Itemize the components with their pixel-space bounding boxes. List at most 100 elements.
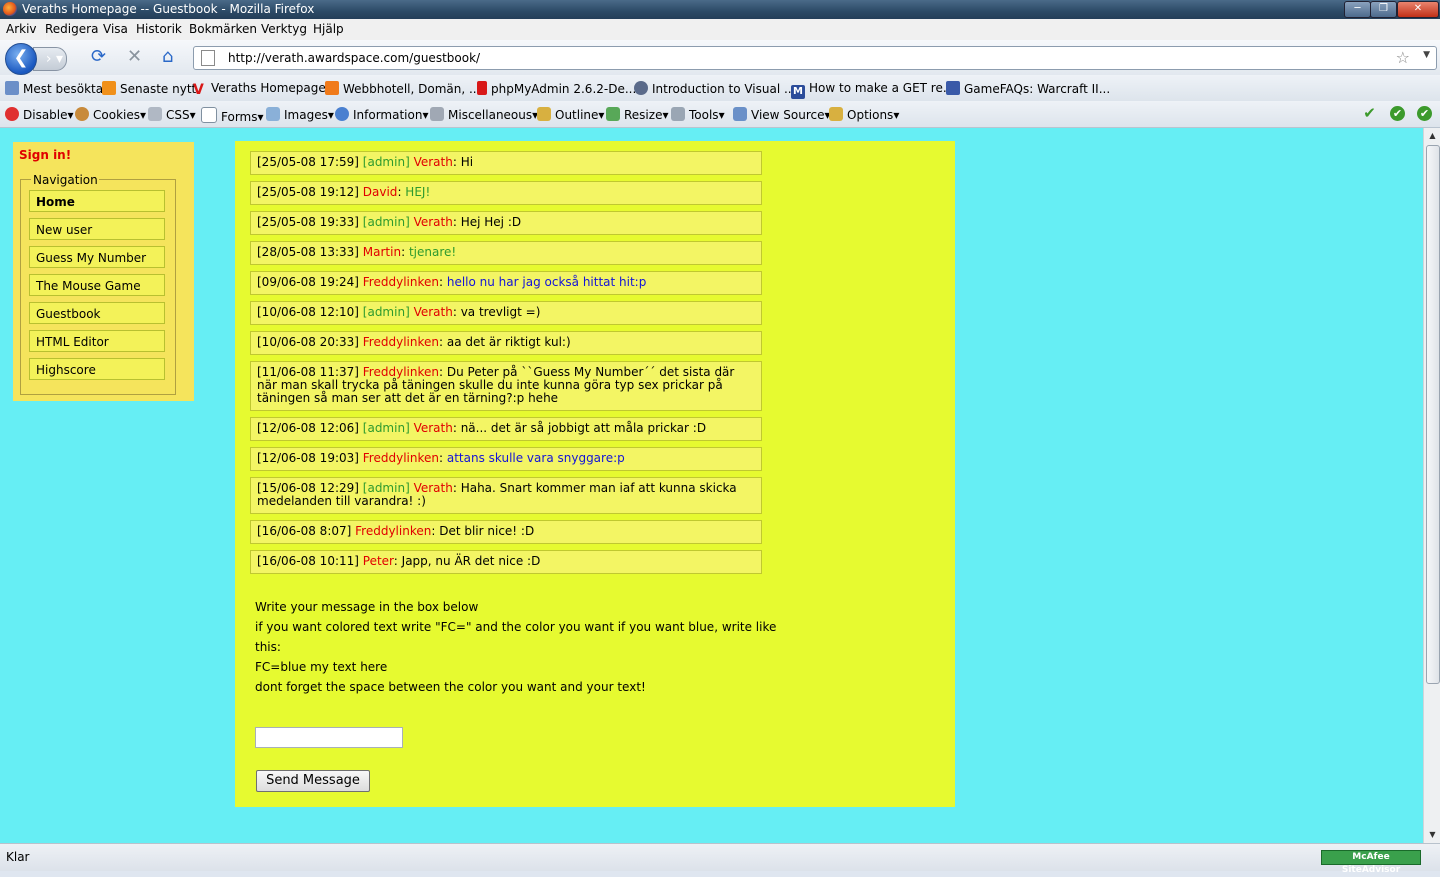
scroll-up-icon[interactable]: ▲ [1424, 128, 1440, 144]
minimize-button[interactable]: ─ [1344, 1, 1371, 18]
menu-hjalp[interactable]: Hjälp [313, 22, 344, 36]
nav-home[interactable]: Home [29, 190, 165, 212]
images-icon [266, 107, 280, 121]
bookmark-get-request[interactable]: M How to make a GET re... [791, 81, 954, 99]
guestbook-entry: [09/06-08 19:24] Freddylinken: hello nu … [250, 271, 762, 295]
menu-visa[interactable]: Visa [103, 22, 128, 36]
bookmark-folder-icon [5, 81, 19, 95]
entry-author: Freddylinken [362, 451, 439, 465]
close-window-button[interactable]: ✕ [1397, 1, 1439, 18]
address-bar[interactable]: http://verath.awardspace.com/guestbook/ … [193, 46, 1437, 70]
stop-icon[interactable]: ✕ [127, 48, 142, 66]
disable-icon [5, 107, 19, 121]
entry-timestamp: [10/06-08 20:33] [257, 335, 359, 349]
back-button[interactable]: ❮ [5, 43, 37, 75]
dev-images[interactable]: Images▾ [266, 107, 334, 122]
bookmarks-toolbar: Mest besökta Senaste nytt V Veraths Homep… [0, 75, 1440, 101]
guestbook-entry: [10/06-08 20:33] Freddylinken: aa det är… [250, 331, 762, 355]
bookmark-gamefaqs[interactable]: GameFAQs: Warcraft II... [946, 81, 1110, 96]
entry-author: Freddylinken [362, 365, 439, 379]
js-valid-check-icon[interactable]: ✔ [1417, 106, 1432, 121]
page-scrollbar[interactable]: ▲ ▼ [1423, 128, 1440, 843]
menu-verktyg[interactable]: Verktyg [261, 22, 307, 36]
guestbook-entry: [10/06-08 12:10] [admin] Verath: va trev… [250, 301, 762, 325]
rss-icon [102, 81, 116, 95]
bookmark-phpmyadmin[interactable]: phpMyAdmin 2.6.2-De... [477, 81, 636, 96]
page-icon [201, 50, 215, 66]
entry-timestamp: [25/05-08 19:12] [257, 185, 359, 199]
dev-tools[interactable]: Tools▾ [671, 107, 725, 122]
menu-redigera[interactable]: Redigera [45, 22, 98, 36]
entry-text: tjenare! [408, 245, 457, 259]
bookmark-veraths-homepage[interactable]: V Veraths Homepage [193, 81, 326, 97]
url-text: http://verath.awardspace.com/guestbook/ [228, 51, 481, 65]
entry-timestamp: [10/06-08 12:10] [257, 305, 359, 319]
guestbook-panel: [25/05-08 17:59] [admin] Verath: Hi [25/0… [235, 141, 955, 807]
sidebar: Sign in! Navigation Home New user Guess … [13, 142, 194, 401]
maximize-button[interactable]: ❐ [1370, 1, 1397, 18]
dev-css[interactable]: CSS▾ [148, 107, 196, 122]
url-dropdown-icon[interactable]: ▼ [1423, 50, 1430, 60]
entry-author: Verath [413, 421, 453, 435]
entry-timestamp: [11/06-08 11:37] [257, 365, 359, 379]
forward-button[interactable]: › ▾ [33, 47, 67, 71]
guestbook-entry: [25/05-08 19:12] David: HEJ! [250, 181, 762, 205]
css-valid-check-icon[interactable]: ✔ [1362, 106, 1377, 121]
entry-timestamp: [15/06-08 12:29] [257, 481, 359, 495]
dev-outline[interactable]: Outline▾ [537, 107, 604, 122]
dev-information[interactable]: Information▾ [335, 107, 429, 122]
entry-admin-tag: [admin] [362, 481, 410, 495]
dev-options[interactable]: Options▾ [829, 107, 899, 122]
options-icon [829, 107, 843, 121]
home-icon[interactable]: ⌂ [162, 48, 173, 66]
webbhotell-icon [325, 81, 339, 95]
entry-timestamp: [25/05-08 17:59] [257, 155, 359, 169]
mcafee-siteadvisor-badge[interactable]: McAfee SiteAdvisor [1321, 850, 1421, 875]
scroll-down-icon[interactable]: ▼ [1424, 827, 1440, 843]
instruction-example: FC=blue my text here [255, 660, 388, 674]
guestbook-entry: [25/05-08 19:33] [admin] Verath: Hej Hej… [250, 211, 762, 235]
entry-timestamp: [16/06-08 8:07] [257, 524, 352, 538]
entry-timestamp: [12/06-08 12:06] [257, 421, 359, 435]
sign-in-link[interactable]: Sign in! [19, 148, 71, 162]
nav-mouse-game[interactable]: The Mouse Game [29, 274, 165, 296]
page-content: Sign in! Navigation Home New user Guess … [0, 128, 1423, 843]
html-valid-check-icon[interactable]: ✔ [1390, 106, 1405, 121]
guestbook-entry: [16/06-08 10:11] Peter: Japp, nu ÄR det … [250, 550, 762, 574]
guestbook-entry: [12/06-08 12:06] [admin] Verath: nä... d… [250, 417, 762, 441]
entry-author: Peter [362, 554, 394, 568]
bookmark-star-icon[interactable]: ☆ [1396, 48, 1410, 67]
bookmark-webbhotell[interactable]: Webbhotell, Domän, ... [325, 81, 480, 96]
entry-text: Hej Hej :D [460, 215, 522, 229]
nav-guestbook[interactable]: Guestbook [29, 302, 165, 324]
dev-forms[interactable]: Forms▾ [201, 107, 264, 124]
status-text: Klar [6, 850, 30, 864]
css-icon [148, 107, 162, 121]
nav-html-editor[interactable]: HTML Editor [29, 330, 165, 352]
nav-guess-my-number[interactable]: Guess My Number [29, 246, 165, 268]
dev-cookies[interactable]: Cookies▾ [75, 107, 146, 122]
menu-historik[interactable]: Historik [136, 22, 182, 36]
entry-text: aa det är riktigt kul:) [446, 335, 571, 349]
navigation-legend: Navigation [32, 173, 99, 187]
scrollbar-thumb[interactable] [1426, 145, 1440, 684]
dev-disable[interactable]: Disable▾ [5, 107, 74, 122]
outline-icon [537, 107, 551, 121]
dev-miscellaneous[interactable]: Miscellaneous▾ [430, 107, 538, 122]
entry-text: Japp, nu ÄR det nice :D [401, 554, 541, 568]
reload-icon[interactable]: ⟳ [91, 48, 106, 66]
message-input[interactable] [255, 727, 403, 748]
menu-arkiv[interactable]: Arkiv [6, 22, 37, 36]
nav-highscore[interactable]: Highscore [29, 358, 165, 380]
dev-view-source[interactable]: View Source▾ [733, 107, 831, 122]
globe-icon [634, 81, 648, 95]
bookmark-introduction-visual[interactable]: Introduction to Visual ... [634, 81, 795, 96]
resize-icon [606, 107, 620, 121]
dev-resize[interactable]: Resize▾ [606, 107, 668, 122]
send-message-button[interactable]: Send Message [256, 770, 370, 792]
bookmark-senaste-nytt[interactable]: Senaste nytt [102, 81, 196, 96]
menu-bokmarken[interactable]: Bokmärken [189, 22, 257, 36]
bookmark-mest-besokta[interactable]: Mest besökta [5, 81, 103, 96]
entry-admin-tag: [admin] [362, 155, 410, 169]
nav-new-user[interactable]: New user [29, 218, 165, 240]
